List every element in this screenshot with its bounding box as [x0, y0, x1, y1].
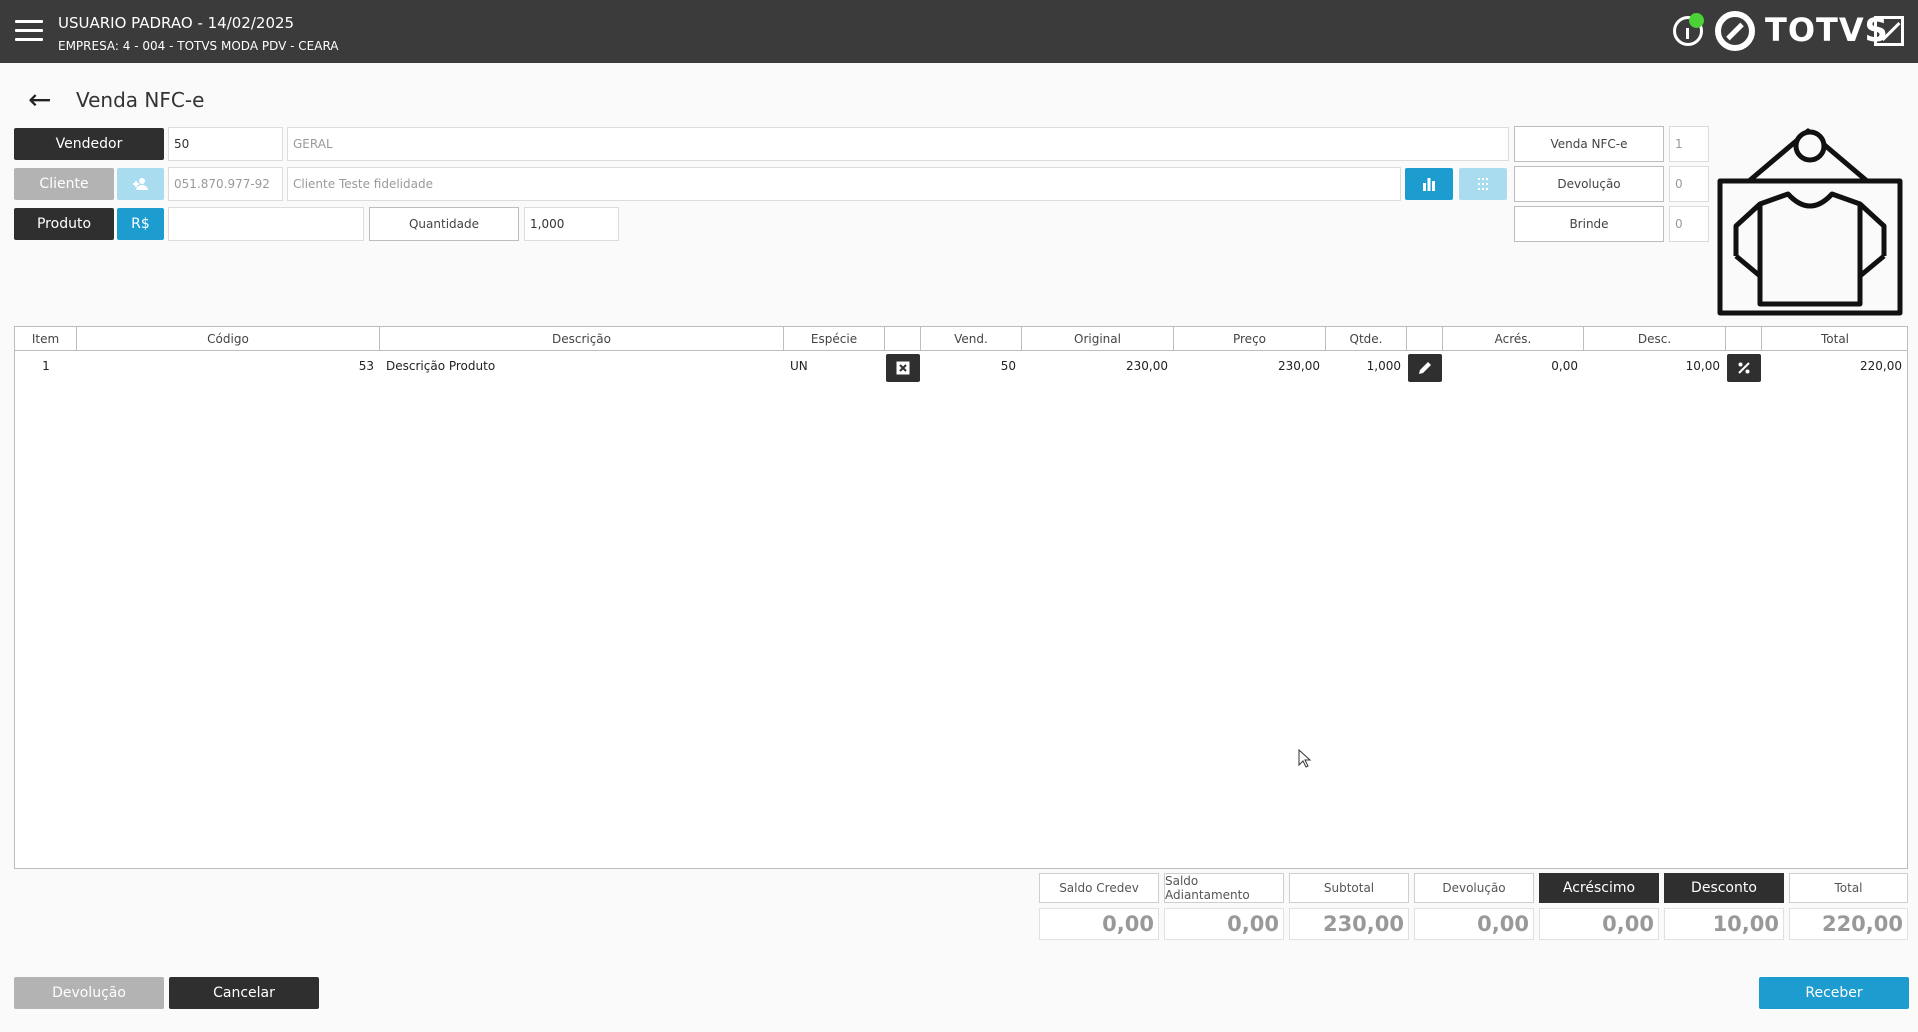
grid-button[interactable]	[1459, 168, 1507, 200]
close-box-icon	[896, 361, 910, 375]
menu-icon[interactable]	[15, 20, 43, 42]
expand-icon[interactable]	[1874, 16, 1904, 46]
col-preco: Preço	[1174, 327, 1326, 350]
totvs-logo-icon	[1715, 11, 1755, 51]
counter-venda-value: 1	[1669, 126, 1709, 162]
total-value-total: 220,00	[1789, 908, 1908, 940]
online-status-icon	[1689, 13, 1704, 28]
discount-item-button[interactable]	[1727, 354, 1761, 382]
quantidade-label: Quantidade	[369, 207, 519, 241]
total-label-total: Total	[1789, 873, 1908, 903]
items-table: Item Código Descrição Espécie Vend. Orig…	[14, 326, 1908, 869]
col-vend: Vend.	[921, 327, 1022, 350]
cell-desc: 10,00	[1685, 359, 1720, 373]
total-label-saldo-credev: Saldo Credev	[1039, 873, 1159, 903]
company-info: EMPRESA: 4 - 004 - TOTVS MODA PDV - CEAR…	[58, 39, 339, 53]
cell-preco: 230,00	[1278, 359, 1320, 373]
vendedor-button[interactable]: Vendedor	[14, 128, 164, 160]
col-especie: Espécie	[784, 327, 885, 350]
cell-codigo: 53	[358, 359, 374, 373]
store-shirt-icon	[1717, 128, 1903, 316]
counter-brinde-label: Brinde	[1514, 206, 1664, 242]
add-client-button[interactable]	[117, 168, 164, 200]
add-user-icon	[132, 178, 148, 190]
cell-acres: 0,00	[1551, 359, 1578, 373]
col-original: Original	[1022, 327, 1174, 350]
col-edit	[1407, 327, 1443, 350]
total-value-saldo-credev: 0,00	[1039, 908, 1159, 940]
col-item: Item	[15, 327, 77, 350]
col-codigo: Código	[77, 327, 380, 350]
devolucao-button[interactable]: Devolução	[14, 977, 164, 1009]
acrescimo-button[interactable]: Acréscimo	[1539, 873, 1659, 903]
dots-grid-icon	[1478, 178, 1488, 190]
cell-original: 230,00	[1126, 359, 1168, 373]
total-value-desconto: 10,00	[1664, 908, 1784, 940]
receber-button[interactable]: Receber	[1759, 977, 1909, 1009]
cliente-button[interactable]: Cliente	[14, 168, 114, 200]
total-label-saldo-adiantamento: Saldo Adiantamento	[1164, 873, 1284, 903]
quantidade-input[interactable]: 1,000	[524, 207, 619, 241]
total-value-saldo-adiantamento: 0,00	[1164, 908, 1284, 940]
col-discount	[1726, 327, 1762, 350]
produto-input[interactable]	[168, 207, 364, 241]
total-value-acrescimo: 0,00	[1539, 908, 1659, 940]
top-bar: USUARIO PADRAO - 14/02/2025 EMPRESA: 4 -…	[0, 0, 1918, 63]
table-header: Item Código Descrição Espécie Vend. Orig…	[15, 327, 1907, 351]
back-arrow-icon[interactable]: ←	[28, 86, 51, 114]
bar-chart-icon	[1423, 178, 1435, 191]
produto-button[interactable]: Produto	[14, 208, 114, 240]
user-info: USUARIO PADRAO - 14/02/2025	[58, 14, 295, 32]
cell-qtde: 1,000	[1366, 359, 1401, 373]
vendedor-code-input[interactable]: 50	[168, 127, 283, 161]
desconto-button[interactable]: Desconto	[1664, 873, 1784, 903]
cell-item: 1	[42, 359, 50, 373]
chart-button[interactable]	[1405, 168, 1453, 200]
col-desc: Desc.	[1584, 327, 1726, 350]
page-title: Venda NFC-e	[76, 88, 205, 112]
counter-venda-label: Venda NFC-e	[1514, 126, 1664, 162]
edit-item-button[interactable]	[1408, 354, 1442, 382]
cancelar-button[interactable]: Cancelar	[169, 977, 319, 1009]
cell-total: 220,00	[1860, 359, 1902, 373]
cell-vend: 50	[1000, 359, 1016, 373]
cliente-doc-field[interactable]: 051.870.977-92	[168, 167, 283, 201]
counter-devolucao-value: 0	[1669, 166, 1709, 202]
counter-brinde-value: 0	[1669, 206, 1709, 242]
total-label-devolucao: Devolução	[1414, 873, 1534, 903]
total-value-subtotal: 230,00	[1289, 908, 1409, 940]
price-lookup-button[interactable]: R$	[117, 208, 164, 240]
totvs-logo-text: TOTVS	[1765, 11, 1889, 49]
col-acres: Acrés.	[1443, 327, 1584, 350]
cell-especie: UN	[790, 359, 808, 373]
mouse-cursor-icon	[1298, 749, 1312, 768]
total-label-subtotal: Subtotal	[1289, 873, 1409, 903]
col-remove	[885, 327, 921, 350]
col-qtde: Qtde.	[1326, 327, 1407, 350]
percent-icon	[1738, 362, 1750, 374]
col-descricao: Descrição	[380, 327, 784, 350]
vendedor-name-field: GERAL	[287, 127, 1509, 161]
pencil-icon	[1419, 362, 1431, 374]
cliente-name-field: Cliente Teste fidelidade	[287, 167, 1401, 201]
remove-item-button[interactable]	[886, 354, 920, 382]
col-total: Total	[1820, 331, 1850, 346]
total-value-devolucao: 0,00	[1414, 908, 1534, 940]
cell-descricao: Descrição Produto	[386, 359, 496, 373]
counter-devolucao-label: Devolução	[1514, 166, 1664, 202]
